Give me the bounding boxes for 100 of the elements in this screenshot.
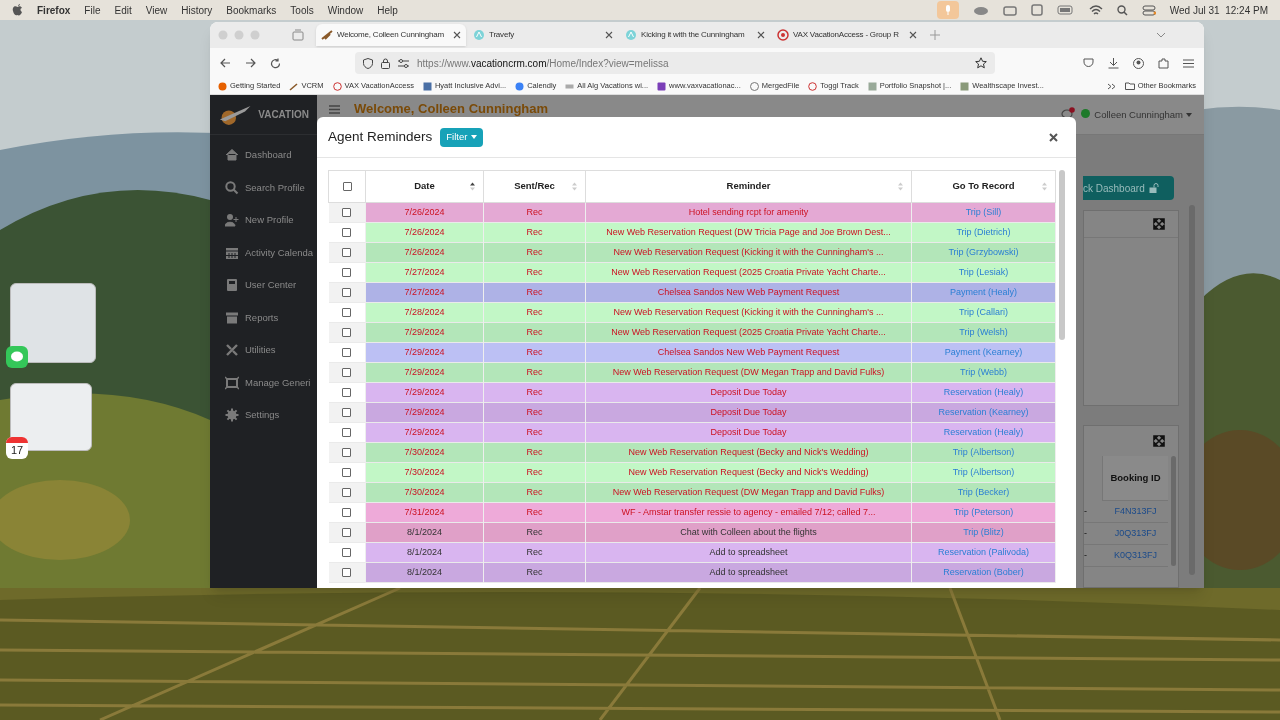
table-cell: 7/29/2024 (365, 422, 484, 443)
close-icon[interactable] (605, 31, 613, 39)
control-center-icon[interactable] (1141, 4, 1156, 16)
display-icon[interactable] (1030, 4, 1043, 16)
messages-icon[interactable] (6, 346, 28, 368)
scrollbar[interactable] (1059, 170, 1065, 340)
permissions-icon (398, 58, 409, 68)
checkbox[interactable] (342, 387, 352, 397)
sidebar-item[interactable]: Utilities (210, 334, 317, 367)
address-bar[interactable]: https://www.vacationcrm.com/Home/Index?view=melissa (355, 52, 995, 74)
site-icon (218, 81, 227, 91)
checkbox[interactable] (342, 507, 352, 517)
checkbox[interactable] (342, 527, 352, 537)
checkbox[interactable] (342, 467, 352, 477)
calendar-icon[interactable]: 17 (6, 437, 28, 459)
menu-item[interactable]: File (84, 2, 101, 18)
expand-icon[interactable] (1153, 435, 1165, 447)
close-icon[interactable] (909, 31, 917, 39)
record-link[interactable]: Trip (Callari) (958, 306, 1009, 317)
menu-item[interactable]: Edit (114, 2, 132, 18)
more-bookmarks-icon[interactable] (1106, 82, 1116, 90)
menu-item[interactable]: Window (327, 2, 364, 18)
search-icon[interactable] (1116, 4, 1128, 16)
menu-item[interactable]: Tools (290, 2, 314, 18)
sidebar-item[interactable]: Activity Calenda (210, 236, 317, 269)
modal-title: Agent Reminders (328, 127, 433, 146)
camera-icon[interactable] (1002, 4, 1017, 16)
checkbox[interactable] (342, 307, 352, 317)
reload-icon[interactable] (270, 57, 281, 69)
checkbox[interactable] (342, 347, 352, 357)
menu-item[interactable]: View (145, 2, 168, 18)
microphone-glyph-icon (944, 5, 951, 15)
sort-icon[interactable] (470, 182, 475, 191)
pocket-icon[interactable] (1083, 58, 1094, 68)
chat-notification-icon[interactable] (1061, 107, 1076, 119)
record-link[interactable]: Trip (Webb) (960, 366, 1007, 377)
wifi-icon[interactable] (1088, 4, 1103, 16)
browser-tab[interactable]: Welcome, Colleen Cunningham (316, 24, 466, 46)
checkbox[interactable] (342, 407, 352, 417)
column-header[interactable]: Sent/Rec (514, 180, 555, 192)
close-icon[interactable] (453, 31, 461, 39)
site-icon (515, 81, 525, 91)
battery-icon[interactable] (1056, 5, 1075, 15)
sidebar-item[interactable]: Search Profile (210, 171, 317, 204)
checkbox[interactable] (342, 447, 352, 457)
checkbox[interactable] (342, 267, 352, 277)
sidebar-item[interactable]: Reports (210, 301, 317, 334)
back-icon[interactable] (220, 58, 231, 68)
user-menu[interactable]: Colleen Cunningham (1094, 108, 1192, 123)
lock-dashboard-button[interactable]: ck Dashboard (1083, 176, 1174, 200)
checkbox[interactable] (342, 247, 352, 257)
page-title: Welcome, Colleen Cunningham (354, 101, 549, 116)
close-icon[interactable] (1049, 132, 1058, 142)
expand-icon[interactable] (1153, 218, 1165, 230)
column-header[interactable]: Go To Record (952, 180, 1015, 192)
account-icon[interactable] (1133, 57, 1144, 69)
extensions-icon[interactable] (1158, 57, 1169, 69)
checkbox[interactable] (342, 287, 352, 297)
menu-icon[interactable] (1183, 58, 1194, 68)
checkbox[interactable] (342, 227, 352, 237)
checkbox[interactable] (342, 367, 352, 377)
menu-icon[interactable] (329, 105, 340, 114)
bookmark-star-icon[interactable] (975, 57, 987, 69)
menu-item[interactable]: Help (377, 2, 398, 18)
record-link[interactable]: Trip (Lesiak) (958, 266, 1009, 277)
sidebar-item[interactable]: Manage Generi (210, 366, 317, 399)
sidebar-item[interactable]: User Center (210, 269, 317, 302)
browser-tab[interactable]: VAX VacationAccess - Group R (772, 24, 922, 46)
record-link[interactable]: Trip (Welsh) (959, 326, 1008, 337)
checkbox[interactable] (342, 327, 352, 337)
sidebar-item[interactable]: Settings (210, 399, 317, 432)
scrollbar[interactable] (1171, 456, 1176, 566)
cloud-icon[interactable] (972, 5, 989, 15)
close-icon[interactable] (757, 31, 765, 39)
site-icon (960, 81, 970, 91)
checkbox[interactable] (342, 567, 352, 577)
download-icon[interactable] (1108, 57, 1119, 69)
forward-icon[interactable] (245, 58, 256, 68)
site-icon (473, 29, 485, 41)
sidebar-item[interactable]: Dashboard (210, 139, 317, 172)
menu-item[interactable]: Bookmarks (226, 2, 277, 18)
record-link[interactable]: Trip (Dietrich) (956, 226, 1011, 237)
browser-tab[interactable]: Kicking it with the Cunningham (620, 24, 770, 46)
window-thumbnail[interactable] (10, 283, 96, 363)
sidebar-item[interactable]: New Profile (210, 204, 317, 237)
filter-button[interactable]: Filter (440, 127, 484, 147)
column-header[interactable]: Reminder (726, 180, 771, 192)
column-header[interactable]: Date (414, 180, 435, 192)
menu-item[interactable]: History (181, 2, 213, 18)
booking-link[interactable]: J0Q313FJ (1103, 523, 1168, 544)
checkbox[interactable] (342, 487, 352, 497)
record-link[interactable]: Trip (Becker) (957, 486, 1010, 497)
app-menu[interactable]: Firefox (37, 2, 71, 18)
checkbox[interactable] (342, 547, 352, 557)
checkbox[interactable] (342, 207, 352, 217)
browser-tab[interactable]: Travefy (468, 24, 618, 46)
checkbox[interactable] (342, 181, 352, 191)
table-cell: 7/30/2024 (365, 482, 484, 503)
checkbox[interactable] (342, 427, 352, 437)
chevron-down-icon[interactable] (1156, 32, 1166, 38)
